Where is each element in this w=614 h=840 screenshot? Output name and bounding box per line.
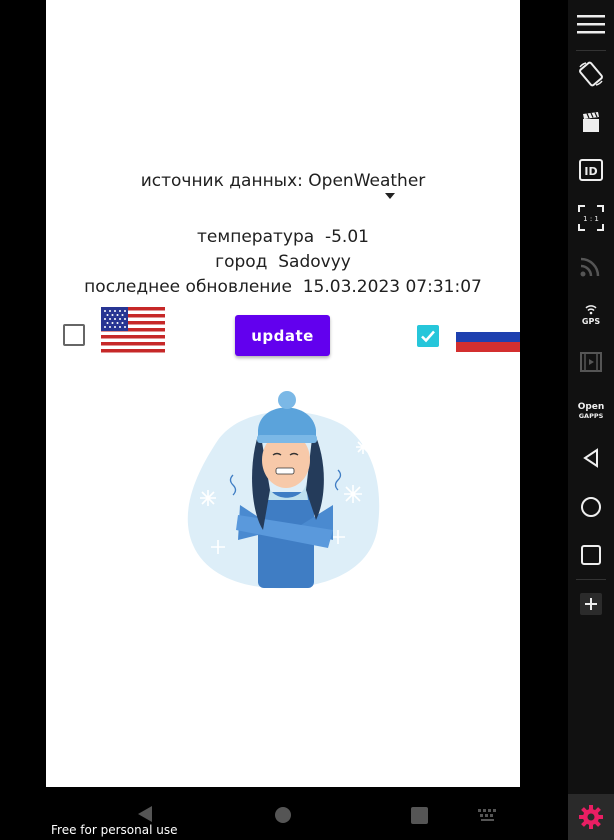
- svg-text:ID: ID: [584, 165, 597, 178]
- menu-icon: [577, 15, 605, 34]
- add-icon: [580, 593, 602, 615]
- checkmark-icon: [421, 330, 435, 343]
- cold-weather-illustration: [187, 391, 380, 589]
- data-source-label: источник данных: OpenWeather: [140, 171, 426, 191]
- gapps-label-bottom: GAPPS: [579, 412, 604, 420]
- city-label: город: [215, 252, 268, 272]
- city-row: город Sadovyy: [46, 252, 520, 272]
- city-value: Sadovyy: [278, 252, 351, 272]
- rotate-icon: [579, 61, 603, 87]
- screen-record-icon: [583, 112, 599, 132]
- menu-button[interactable]: [568, 2, 614, 46]
- app-screen: источник данных: OpenWeather температура…: [46, 0, 520, 787]
- screen-record-button[interactable]: [568, 100, 614, 144]
- settings-icon: [579, 805, 603, 829]
- temperature-label: температура: [197, 227, 315, 247]
- gps-label: GPS: [582, 317, 600, 326]
- side-recents-button[interactable]: [568, 533, 614, 577]
- side-home-button[interactable]: [568, 485, 614, 529]
- emulator-side-panel: ID 1 : 1 GPS Open GAPPS: [568, 0, 614, 840]
- dropdown-caret-icon[interactable]: [385, 193, 395, 199]
- recents-icon: [581, 545, 601, 565]
- gps-button[interactable]: GPS: [568, 292, 614, 336]
- nav-recents-icon[interactable]: [411, 807, 428, 824]
- pixel-perfect-icon: 1 : 1: [578, 205, 604, 231]
- nav-back-icon[interactable]: [136, 805, 154, 823]
- rotate-button[interactable]: [568, 52, 614, 96]
- separator: [576, 579, 606, 580]
- settings-button[interactable]: [568, 794, 614, 840]
- temperature-row: температура -5.01: [46, 227, 520, 247]
- open-gapps-button[interactable]: Open GAPPS: [568, 388, 614, 432]
- us-flag-icon: [101, 307, 165, 353]
- watermark-text: Free for personal use: [51, 823, 178, 837]
- nav-home-icon[interactable]: [274, 806, 292, 824]
- data-source-spinner[interactable]: источник данных: OpenWeather: [46, 171, 520, 191]
- keyboard-icon[interactable]: [478, 809, 498, 821]
- cast-icon: [580, 257, 600, 277]
- home-icon: [581, 497, 601, 517]
- media-button[interactable]: [568, 340, 614, 384]
- back-icon: [583, 448, 598, 468]
- device-id-button[interactable]: ID: [568, 148, 614, 192]
- us-checkbox[interactable]: [63, 324, 85, 346]
- cast-button[interactable]: [568, 244, 614, 288]
- ru-flag-icon: [456, 322, 520, 352]
- gps-icon: GPS: [582, 305, 600, 326]
- update-button[interactable]: update: [235, 315, 330, 356]
- last-update-label: последнее обновление: [84, 277, 292, 297]
- add-button[interactable]: [568, 582, 614, 626]
- open-gapps-icon: Open GAPPS: [578, 402, 605, 420]
- last-update-row: последнее обновление 15.03.2023 07:31:07: [46, 277, 520, 297]
- device-id-icon: ID: [579, 159, 603, 181]
- gapps-label-top: Open: [578, 402, 605, 412]
- temperature-value: -5.01: [324, 227, 369, 247]
- last-update-value: 15.03.2023 07:31:07: [302, 277, 482, 297]
- pixel-perfect-label: 1 : 1: [583, 215, 599, 223]
- media-icon: [580, 352, 602, 372]
- ru-checkbox[interactable]: [417, 325, 439, 347]
- side-back-button[interactable]: [568, 436, 614, 480]
- separator: [576, 50, 606, 51]
- pixel-perfect-button[interactable]: 1 : 1: [568, 196, 614, 240]
